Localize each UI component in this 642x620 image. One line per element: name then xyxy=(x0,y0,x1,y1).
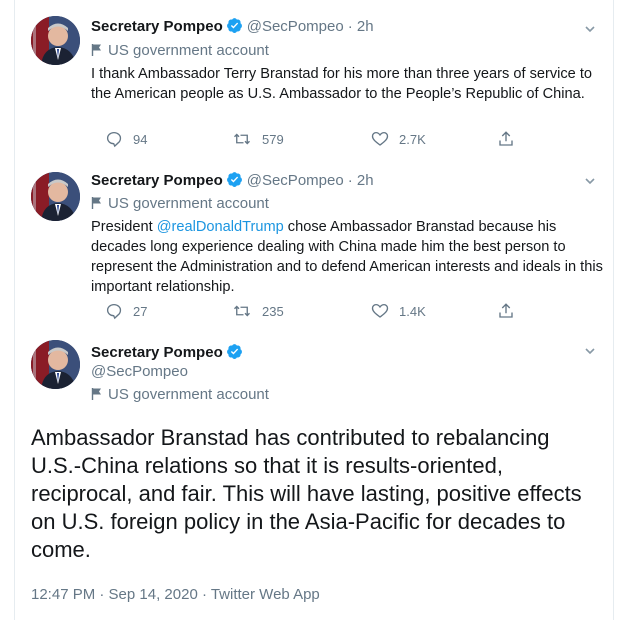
author-handle[interactable]: @SecPompeo xyxy=(247,172,344,189)
author-line: Secretary Pompeo xyxy=(91,343,243,364)
like-button[interactable]: 2.7K xyxy=(371,130,426,148)
tweet-actions: 27 235 1.4K xyxy=(91,302,521,324)
reply-icon xyxy=(106,303,122,320)
retweet-icon xyxy=(234,305,250,317)
tweet-text-prefix: President xyxy=(91,219,157,235)
share-icon xyxy=(499,303,513,318)
author-handle[interactable]: @SecPompeo xyxy=(91,363,188,380)
government-label-text: US government account xyxy=(108,386,269,403)
tweet-2[interactable]: Secretary Pompeo @SecPompeo · 2h US govern… xyxy=(15,168,613,340)
tweet-text: Ambassador Branstad has contributed to r… xyxy=(31,425,582,562)
share-button[interactable] xyxy=(497,130,525,148)
like-count: 1.4K xyxy=(399,303,426,319)
author-handle[interactable]: @SecPompeo xyxy=(247,18,344,35)
government-label-text: US government account xyxy=(108,42,269,59)
tweet-thread: Secretary Pompeo @SecPompeo · 2h US govern… xyxy=(14,0,614,620)
government-label: US government account xyxy=(91,386,269,405)
author-name[interactable]: Secretary Pompeo xyxy=(91,172,223,189)
tweet-time[interactable]: · 2h xyxy=(348,18,374,35)
author-line: Secretary Pompeo @SecPompeo · 2h xyxy=(91,17,374,38)
flag-icon xyxy=(91,43,103,61)
share-icon xyxy=(499,131,513,146)
like-button[interactable]: 1.4K xyxy=(371,302,426,320)
government-label-text: US government account xyxy=(108,195,269,212)
retweet-button[interactable]: 235 xyxy=(232,302,284,320)
author-line: Secretary Pompeo @SecPompeo · 2h xyxy=(91,171,374,192)
avatar[interactable] xyxy=(31,172,80,221)
reply-count: 94 xyxy=(133,131,148,147)
author-name[interactable]: Secretary Pompeo xyxy=(91,344,223,361)
heart-icon xyxy=(371,303,389,318)
tweet-text: I thank Ambassador Terry Branstad for hi… xyxy=(91,66,593,102)
main-tweet[interactable]: Secretary Pompeo @SecPompeo US governmen… xyxy=(15,340,613,620)
verified-icon xyxy=(226,171,243,192)
tweet-text: President @realDonaldTrump chose Ambassa… xyxy=(91,217,603,297)
reply-button[interactable]: 94 xyxy=(105,130,147,148)
verified-icon xyxy=(226,17,243,38)
tweet-timestamp[interactable]: 12:47 PM · Sep 14, 2020 · Twitter Web Ap… xyxy=(31,586,320,603)
avatar[interactable] xyxy=(31,16,80,65)
government-label: US government account xyxy=(91,195,269,214)
chevron-down-icon[interactable] xyxy=(583,174,597,188)
tweet-1[interactable]: Secretary Pompeo @SecPompeo · 2h US govern… xyxy=(15,0,613,168)
flag-icon xyxy=(91,387,103,405)
tweet-actions: 94 579 2.7K xyxy=(91,130,521,152)
mention-link[interactable]: @realDonaldTrump xyxy=(157,219,284,235)
avatar[interactable] xyxy=(31,340,80,389)
government-label: US government account xyxy=(91,42,269,61)
reply-icon xyxy=(106,131,122,148)
reply-button[interactable]: 27 xyxy=(105,302,147,320)
retweet-count: 579 xyxy=(262,131,284,147)
author-name[interactable]: Secretary Pompeo xyxy=(91,18,223,35)
flag-icon xyxy=(91,196,103,214)
retweet-icon xyxy=(234,133,250,145)
share-button[interactable] xyxy=(497,302,525,320)
like-count: 2.7K xyxy=(399,131,426,147)
retweet-count: 235 xyxy=(262,303,284,319)
chevron-down-icon[interactable] xyxy=(583,344,597,358)
chevron-down-icon[interactable] xyxy=(583,22,597,36)
reply-count: 27 xyxy=(133,303,148,319)
tweet-time[interactable]: · 2h xyxy=(348,172,374,189)
retweet-button[interactable]: 579 xyxy=(232,130,284,148)
heart-icon xyxy=(371,131,389,146)
verified-icon xyxy=(226,343,243,364)
